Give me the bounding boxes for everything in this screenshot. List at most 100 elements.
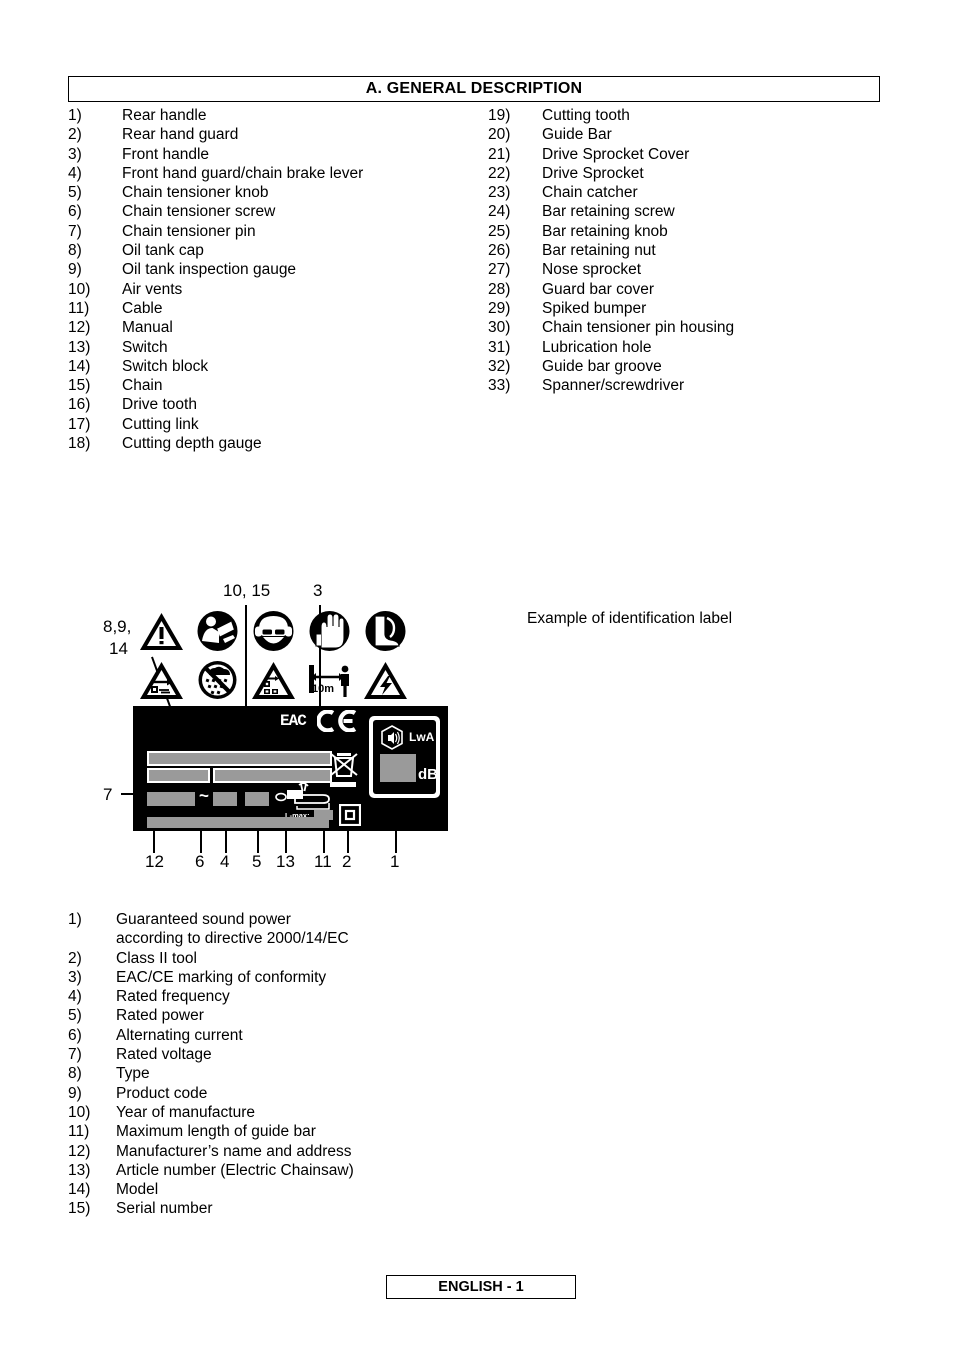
rated-frequency-bar: [213, 792, 237, 806]
wear-boots-icon: [361, 608, 410, 653]
legend-item-number: 9): [68, 1084, 82, 1102]
parts-list-item-label: Chain: [122, 377, 163, 395]
legend-item-label: Guaranteed sound power: [116, 911, 291, 928]
parts-list-item: 13) Switch: [68, 338, 488, 357]
parts-list-item-number: 24): [488, 203, 511, 221]
parts-list-item-label: Front handle: [122, 145, 210, 163]
parts-list-item-label: Lubrication hole: [542, 338, 652, 356]
parts-list-item-label: Guide Bar: [542, 126, 612, 144]
parts-list-item-label: Spanner/screwdriver: [542, 377, 685, 395]
legend-item-number: 11): [68, 1123, 90, 1141]
parts-list-item-number: 28): [488, 280, 511, 298]
pictogram-strip: 10m: [137, 608, 452, 706]
parts-list-item-label: Air vents: [122, 280, 183, 298]
legend-item: 12) Manufacturer’s name and address: [68, 1142, 588, 1161]
eac-mark: EAC: [280, 712, 307, 730]
legend-item-label: Rated frequency: [116, 988, 230, 1006]
parts-list-item: 19) Cutting tooth: [488, 106, 908, 125]
parts-list-item: 6) Chain tensioner screw: [68, 202, 488, 221]
callout-bottom-1: 1: [390, 852, 400, 871]
legend-item: 14) Model: [68, 1180, 588, 1199]
legend-item: 15) Serial number: [68, 1199, 588, 1218]
product-code-field-bar: [149, 770, 208, 781]
parts-list-item: 33) Spanner/screwdriver: [488, 376, 908, 395]
alternating-current-symbol: ~: [199, 786, 209, 805]
legend-item-label: Class II tool: [116, 949, 197, 967]
parts-list-item-label: Guard bar cover: [542, 280, 654, 298]
parts-list-item-number: 5): [68, 184, 82, 202]
parts-list-item-label: Drive Sprocket: [542, 164, 644, 182]
parts-list-item-number: 18): [68, 435, 91, 453]
identification-label-figure: 8,9, 14 10, 15 3 7 10m EAC ~ L-max: LwA …: [95, 575, 495, 875]
parts-list-left-column: 1) Rear handle 2) Rear hand guard 3) Front ha…: [68, 106, 488, 453]
legend-item-number: 5): [68, 1007, 82, 1025]
callout-bottom-4: 4: [220, 852, 230, 871]
legend-item-number: 2): [68, 949, 82, 967]
parts-list-item-number: 9): [68, 261, 82, 279]
parts-list-item-number: 21): [488, 145, 511, 163]
parts-list-item: 7) Chain tensioner pin: [68, 222, 488, 241]
guide-bar-length-icon: [275, 782, 330, 810]
parts-list-item-number: 14): [68, 357, 91, 375]
tick-4: [225, 831, 227, 853]
parts-list-item-label: Switch block: [122, 357, 209, 375]
legend-item: 9) Product code: [68, 1084, 588, 1103]
parts-list-item-number: 32): [488, 357, 511, 375]
parts-list-item-label: Chain tensioner screw: [122, 203, 276, 221]
warning-triangle-icon: [137, 608, 186, 653]
parts-list-item: 9) Oil tank inspection gauge: [68, 260, 488, 279]
parts-list-item: 14) Switch block: [68, 357, 488, 376]
legend-item: 13) Article number (Electric Chainsaw): [68, 1161, 588, 1180]
parts-list-item-number: 1): [68, 107, 82, 124]
parts-list-item-label: Rear handle: [122, 107, 207, 124]
parts-list-item-label: Chain catcher: [542, 184, 638, 202]
legend-item-label: Type: [116, 1065, 150, 1083]
parts-list-item: 8) Oil tank cap: [68, 241, 488, 260]
parts-list-item-label: Cutting depth gauge: [122, 435, 262, 453]
callout-10-15: 10, 15: [223, 581, 271, 600]
parts-list-item-number: 8): [68, 242, 82, 260]
read-manual-icon: [193, 608, 242, 653]
tick-2: [347, 831, 349, 853]
parts-list-item: 5) Chain tensioner knob: [68, 183, 488, 202]
parts-list-item: 4) Front hand guard/chain brake lever: [68, 164, 488, 183]
tick-5: [257, 831, 259, 853]
parts-list-item: 15) Chain: [68, 376, 488, 395]
tick-13: [285, 831, 287, 853]
legend-item: 5) Rated power: [68, 1006, 588, 1025]
parts-list-item-number: 7): [68, 222, 82, 240]
parts-list-item-number: 3): [68, 145, 82, 163]
legend-item: 8) Type: [68, 1064, 588, 1083]
parts-list-item-number: 10): [68, 280, 91, 298]
parts-list-item-label: Bar retaining knob: [542, 222, 668, 240]
tick-12: [153, 831, 155, 853]
parts-list-item-number: 22): [488, 164, 511, 182]
parts-list-item-number: 33): [488, 377, 511, 395]
db-label: dB: [418, 766, 438, 783]
parts-list-item-label: Guide bar groove: [542, 357, 662, 375]
face-eye-ear-protection-icon: [249, 608, 298, 653]
parts-list-item-label: Oil tank cap: [122, 242, 204, 260]
legend-item: 10) Year of manufacture: [68, 1103, 588, 1122]
tick-6: [200, 831, 202, 853]
legend-item: 7) Rated voltage: [68, 1045, 588, 1064]
parts-list-item-label: Bar retaining nut: [542, 242, 656, 260]
parts-list-item-number: 2): [68, 126, 82, 144]
parts-list-item-label: Nose sprocket: [542, 261, 642, 279]
parts-list-item: 3) Front handle: [68, 145, 488, 164]
parts-list-item-number: 26): [488, 242, 511, 260]
legend-item-number: 6): [68, 1026, 82, 1044]
section-heading-box: A. GENERAL DESCRIPTION: [68, 76, 880, 102]
parts-list-item-label: Chain tensioner pin housing: [542, 319, 735, 337]
parts-list-item-number: 12): [68, 319, 91, 337]
identification-label-legend: 1) Guaranteed sound power according to dir…: [68, 910, 588, 1219]
tick-11: [323, 831, 325, 853]
parts-list-item: 18) Cutting depth gauge: [68, 434, 488, 453]
parts-list-item-number: 20): [488, 126, 511, 144]
identification-label-caption: Example of identification label: [527, 610, 733, 627]
callout-bottom-12: 12: [145, 852, 164, 871]
wear-gloves-icon: [305, 608, 354, 653]
legend-item: 6) Alternating current: [68, 1026, 588, 1045]
parts-list-item: 26) Bar retaining nut: [488, 241, 908, 260]
callout-bottom-5: 5: [252, 852, 262, 871]
